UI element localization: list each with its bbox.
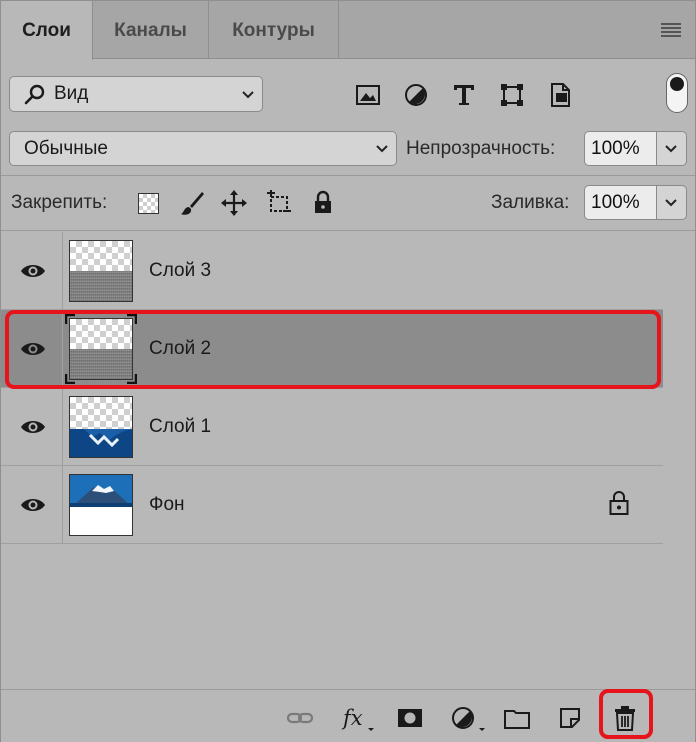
opacity-dropdown[interactable] — [657, 131, 687, 166]
search-icon — [24, 84, 45, 105]
tab-channels[interactable]: Каналы — [93, 1, 209, 59]
opacity-input[interactable]: 100% — [584, 131, 657, 166]
image-filter-icon[interactable] — [354, 81, 382, 109]
tab-bar: Слои Каналы Контуры — [1, 1, 695, 60]
blend-mode-label: Обычные — [24, 138, 108, 159]
layer-thumbnail — [69, 396, 133, 458]
shape-filter-icon[interactable] — [498, 81, 526, 109]
fill-label: Заливка: — [491, 192, 570, 213]
lock-label: Закрепить: — [11, 192, 108, 213]
filter-kind-label: Вид — [54, 83, 89, 104]
blend-mode-select[interactable]: Обычные — [9, 131, 397, 166]
trash-highlight — [599, 689, 653, 739]
divider — [1, 175, 695, 176]
fx-icon[interactable]: fx — [341, 704, 375, 732]
layer-name[interactable]: Слой 3 — [149, 260, 211, 282]
layer-row[interactable]: Слой 3 — [1, 232, 663, 310]
folder-icon[interactable] — [503, 704, 531, 732]
lock-paint-icon[interactable] — [178, 189, 206, 217]
layer-thumbnail — [69, 240, 133, 302]
smart-object-filter-icon[interactable] — [546, 81, 574, 109]
layers-panel: Слои Каналы Контуры Вид Обычные Непрозра… — [0, 0, 696, 742]
fill-dropdown[interactable] — [657, 185, 687, 220]
adjustment-layer-icon[interactable] — [449, 704, 487, 732]
divider — [1, 230, 695, 231]
filter-toggle[interactable] — [666, 73, 688, 113]
chevron-down-icon — [376, 145, 388, 153]
opacity-label: Непрозрачность: — [406, 138, 556, 159]
adjustment-filter-icon[interactable] — [402, 81, 430, 109]
new-layer-icon[interactable] — [556, 704, 584, 732]
chevron-down-icon — [665, 199, 677, 207]
layer-row[interactable]: Слой 1 — [1, 388, 663, 466]
link-icon[interactable] — [286, 704, 314, 732]
visibility-column — [1, 232, 63, 309]
selected-layer-highlight — [5, 310, 661, 389]
lock-artboard-icon[interactable] — [265, 189, 293, 217]
chevron-down-icon — [242, 91, 254, 99]
layer-row[interactable]: Фон — [1, 466, 663, 544]
mask-icon[interactable] — [396, 704, 424, 732]
fill-input[interactable]: 100% — [584, 185, 657, 220]
eye-icon[interactable] — [20, 418, 46, 436]
chevron-down-icon — [665, 145, 677, 153]
lock-all-icon[interactable] — [309, 189, 337, 217]
visibility-column — [1, 388, 63, 465]
visibility-column — [1, 466, 63, 543]
lock-position-icon[interactable] — [220, 189, 248, 217]
filter-kind-select[interactable]: Вид — [9, 76, 263, 112]
padlock-icon[interactable] — [608, 490, 630, 516]
svg-text:fx: fx — [341, 706, 363, 730]
eye-icon[interactable] — [20, 496, 46, 514]
tab-layers[interactable]: Слои — [1, 1, 93, 60]
lock-transparency-icon[interactable] — [138, 193, 159, 214]
tab-paths[interactable]: Контуры — [209, 1, 339, 59]
type-filter-icon[interactable] — [450, 81, 478, 109]
panel-menu-icon[interactable] — [661, 23, 681, 37]
bottom-toolbar: fx — [1, 689, 695, 742]
layer-name[interactable]: Фон — [149, 494, 185, 516]
eye-icon[interactable] — [20, 262, 46, 280]
layer-thumbnail — [69, 474, 133, 536]
layer-name[interactable]: Слой 1 — [149, 416, 211, 438]
